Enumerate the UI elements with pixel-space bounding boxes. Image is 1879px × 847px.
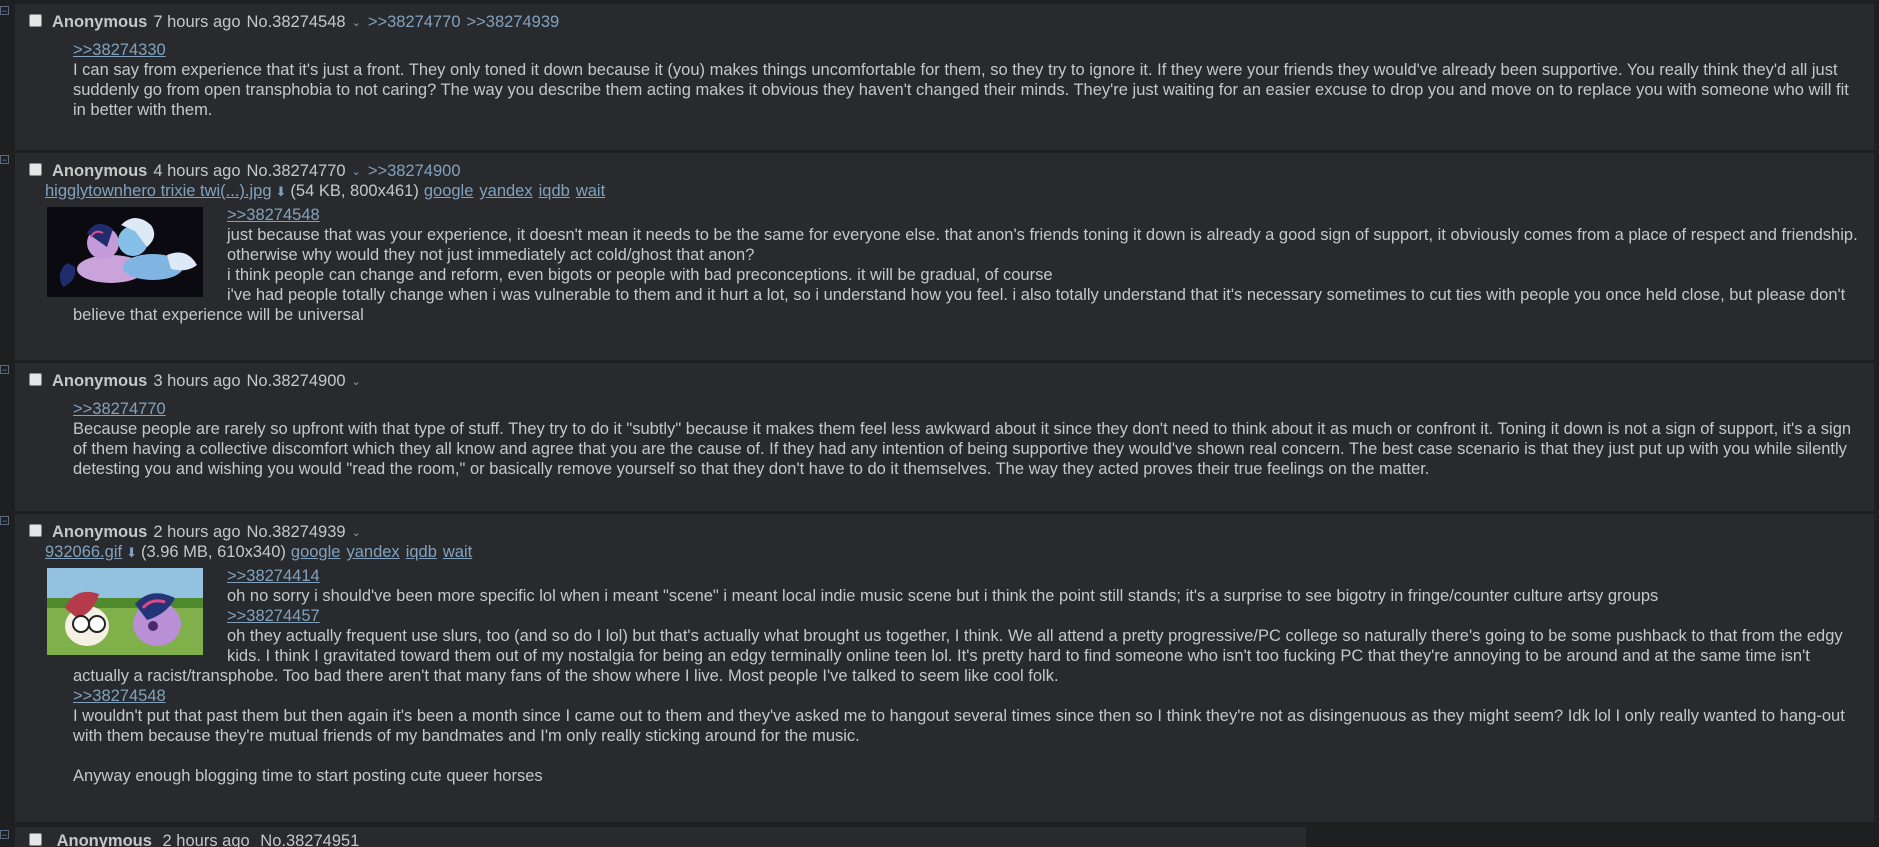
thumbnail-image[interactable] [47, 207, 203, 297]
poster-name: Anonymous [56, 832, 152, 847]
post-date: 7 hours ago [153, 12, 241, 31]
file-link[interactable]: 932066.gif [45, 543, 122, 561]
post-checkbox[interactable] [29, 833, 42, 847]
poster-name: Anonymous [52, 161, 148, 180]
poster-name: Anonymous [52, 522, 148, 541]
post-checkbox[interactable] [29, 162, 42, 176]
quote-link[interactable]: >>38274330 [73, 40, 1864, 60]
post-body: >>38274414 oh no sorry i should've been m… [47, 566, 1864, 786]
image-search-link-iqdb[interactable]: iqdb [406, 543, 437, 561]
minus-box-icon[interactable]: − [0, 365, 9, 375]
post-body: >>38274330 I can say from experience that… [73, 40, 1864, 120]
post-header: Anonymous 7 hours ago No.38274548 ⌄ >>382747… [29, 12, 1864, 32]
backlink[interactable]: >>38274900 [368, 162, 461, 181]
quote-link[interactable]: >>38274548 [73, 205, 1864, 225]
poster-name: Anonymous [52, 12, 148, 31]
quote-link[interactable]: >>38274770 [73, 399, 1864, 419]
chevron-down-icon[interactable]: ⌄ [352, 526, 361, 539]
quote-link[interactable]: >>38274457 [73, 606, 1864, 626]
thumbnail-image[interactable] [47, 568, 203, 655]
partial-post: Anonymous 2 hours ago No.38274951 [15, 827, 1306, 847]
post-text: i think people can change and reform, ev… [227, 266, 1053, 284]
post-number[interactable]: No.38274900 [247, 372, 346, 391]
image-search-link-wait[interactable]: wait [576, 182, 605, 200]
file-link[interactable]: higglytownhero trixie twi(...).jpg [45, 182, 272, 200]
post-header: Anonymous 2 hours ago No.38274939 ⌄ [29, 522, 1864, 542]
file-meta: (3.96 MB, 610x340) [140, 543, 286, 561]
poster-name: Anonymous [52, 371, 148, 390]
post-text: I wouldn't put that past them but then a… [73, 707, 1845, 745]
minus-box-icon[interactable]: − [0, 516, 9, 526]
post-date: 3 hours ago [153, 371, 241, 390]
quote-link[interactable]: >>38274548 [73, 686, 1864, 706]
image-search-link-google[interactable]: google [424, 182, 474, 200]
post: Anonymous 2 hours ago No.38274939 ⌄ 932066.g… [15, 514, 1875, 822]
post-header: Anonymous 4 hours ago No.38274770 ⌄ >>382749… [29, 161, 1864, 181]
download-icon[interactable]: ⬇ [126, 543, 137, 563]
image-search-link-google[interactable]: google [291, 543, 341, 561]
quote-link[interactable]: >>38274414 [73, 566, 1864, 586]
chevron-down-icon[interactable]: ⌄ [352, 165, 361, 178]
line-break [73, 746, 1864, 766]
backlink[interactable]: >>38274770 [368, 13, 461, 32]
post-text: just because that was your experience, i… [227, 226, 1858, 264]
post-body: >>38274770 Because people are rarely so u… [73, 399, 1864, 479]
image-search-link-yandex[interactable]: yandex [346, 543, 399, 561]
post-text: Because people are rarely so upfront wit… [73, 420, 1852, 478]
image-search-link-wait[interactable]: wait [443, 543, 472, 561]
post-text: Anyway enough blogging time to start pos… [73, 767, 543, 785]
minus-box-icon[interactable]: − [0, 155, 9, 165]
image-search-link-iqdb[interactable]: iqdb [539, 182, 570, 200]
post-number[interactable]: No.38274939 [247, 523, 346, 542]
post-number[interactable]: No.38274770 [247, 162, 346, 181]
download-icon[interactable]: ⬇ [276, 182, 287, 202]
backlink[interactable]: >>38274939 [467, 13, 560, 32]
post-text: i've had people totally change when i wa… [73, 286, 1846, 324]
post-checkbox[interactable] [29, 13, 42, 27]
post-number[interactable]: No.38274951 [260, 832, 359, 847]
file-meta: (54 KB, 800x461) [290, 182, 419, 200]
post-checkbox[interactable] [29, 523, 42, 537]
minus-box-icon[interactable]: − [0, 830, 9, 840]
post: Anonymous 3 hours ago No.38274900 ⌄ >>382747… [15, 363, 1875, 511]
file-info-line: higglytownhero trixie twi(...).jpg ⬇ (54 K… [45, 181, 1864, 201]
file-info-line: 932066.gif ⬇ (3.96 MB, 610x340) google yande… [45, 542, 1864, 562]
post-text: oh they actually frequent use slurs, too… [73, 627, 1843, 685]
post-header: Anonymous 3 hours ago No.38274900 ⌄ [29, 371, 1864, 391]
post-date: 2 hours ago [162, 832, 250, 847]
image-search-link-yandex[interactable]: yandex [479, 182, 532, 200]
post-number[interactable]: No.38274548 [247, 13, 346, 32]
minus-box-icon[interactable]: − [0, 6, 9, 16]
post-text: I can say from experience that it's just… [73, 61, 1849, 119]
post-date: 2 hours ago [153, 522, 241, 541]
chevron-down-icon[interactable]: ⌄ [352, 375, 361, 388]
post-checkbox[interactable] [29, 372, 42, 386]
post-text: oh no sorry i should've been more specif… [227, 587, 1659, 605]
post-date: 4 hours ago [153, 161, 241, 180]
sidebar-strip [0, 0, 14, 841]
chevron-down-icon[interactable]: ⌄ [352, 16, 361, 29]
post: Anonymous 4 hours ago No.38274770 ⌄ >>382749… [15, 153, 1875, 360]
post-body: >>38274548 just because that was your exp… [47, 205, 1864, 325]
post: Anonymous 7 hours ago No.38274548 ⌄ >>382747… [15, 4, 1875, 150]
